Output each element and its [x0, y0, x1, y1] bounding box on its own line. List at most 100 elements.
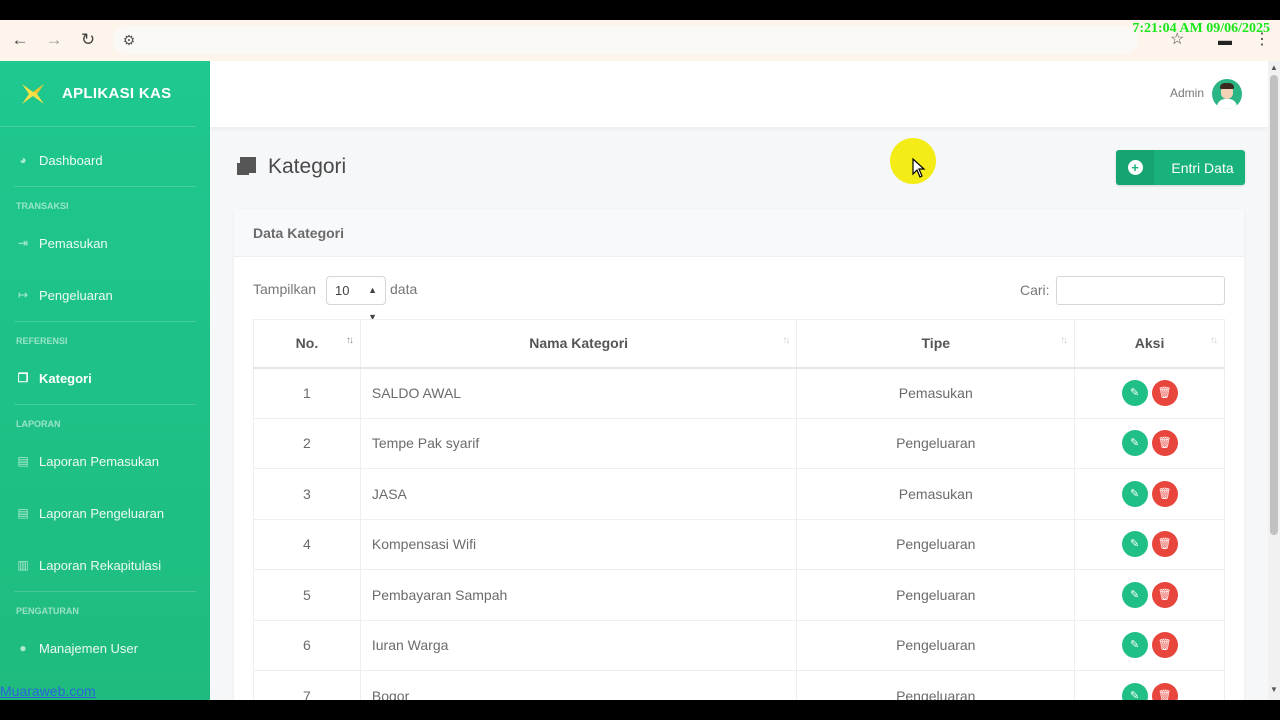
cell-nama: JASA	[359, 468, 798, 520]
file-export-icon: ▤	[17, 506, 29, 520]
sidebar-item-laporan-pemasukan[interactable]: ▤ Laporan Pemasukan	[0, 435, 210, 487]
cell-aksi: ✎ 🗑	[1074, 569, 1225, 621]
column-header-tipe[interactable]: Tipe ↑↓	[796, 319, 1076, 369]
cell-nama: Tempe Pak syarif	[359, 417, 798, 469]
sidebar-section-transaksi: TRANSAKSI	[16, 201, 69, 211]
cell-tipe: Pengeluaran	[796, 569, 1076, 621]
address-bar[interactable]	[113, 26, 1138, 54]
user-icon: ●	[19, 641, 27, 655]
table-row: 4 Kompensasi Wifi Pengeluaran ✎ 🗑	[253, 518, 1225, 570]
cell-nama: Iuran Warga	[359, 619, 798, 671]
clone-icon	[235, 157, 257, 177]
cell-aksi: ✎ 🗑	[1074, 367, 1225, 419]
sidebar-item-label: Pengeluaran	[39, 287, 113, 303]
sidebar-section-referensi: REFERENSI	[16, 336, 68, 346]
main-content: Admin Kategori + Entri Data Data Kategor…	[210, 61, 1268, 700]
table-row: 7 Bogor Pengeluaran ✎ 🗑	[253, 670, 1225, 700]
page-title: Kategori	[235, 155, 346, 179]
entri-data-button[interactable]: + Entri Data	[1116, 150, 1245, 185]
trash-icon[interactable]: 🗑	[1151, 531, 1178, 558]
edit-icon[interactable]: ✎	[1121, 480, 1148, 507]
trash-icon[interactable]: 🗑	[1151, 430, 1178, 457]
sidebar-divider	[14, 404, 196, 405]
column-header-nama[interactable]: Nama Kategori ↑↓	[359, 319, 798, 369]
sidebar-divider	[14, 186, 196, 187]
cell-aksi: ✎ 🗑	[1074, 468, 1225, 520]
trash-icon[interactable]: 🗑	[1151, 682, 1178, 700]
trash-icon[interactable]: 🗑	[1151, 480, 1178, 507]
page-length-select[interactable]: 10 ▲ ▼	[326, 276, 386, 322]
cell-no: 3	[253, 468, 361, 520]
cell-tipe: Pemasukan	[796, 367, 1076, 419]
sidebar-item-label: Pemasukan	[39, 235, 108, 251]
search-input[interactable]	[1056, 276, 1225, 305]
sidebar-section-pengaturan: PENGATURAN	[16, 606, 79, 616]
cell-no: 2	[253, 417, 361, 469]
edit-icon[interactable]: ✎	[1121, 380, 1148, 406]
sidebar-item-kategori[interactable]: ❐ Kategori	[0, 352, 210, 404]
card-title: Data Kategori	[234, 209, 1244, 257]
table-row: 1 SALDO AWAL Pemasukan ✎ 🗑	[253, 367, 1225, 419]
sidebar-item-manajemen-user[interactable]: ● Manajemen User	[0, 622, 210, 674]
scroll-down-icon[interactable]: ▼	[1270, 685, 1278, 694]
sign-in-icon: ⇥	[17, 236, 29, 250]
column-header-aksi[interactable]: Aksi ↑↓	[1074, 319, 1225, 369]
edit-icon[interactable]: ✎	[1121, 682, 1148, 700]
brand[interactable]: APLIKASI KAS	[0, 61, 196, 127]
search-label: Cari:	[1020, 282, 1050, 298]
sort-icon: ↑↓	[1210, 335, 1218, 346]
data-kategori-card: Data Kategori Tampilkan 10 ▲ ▼ data Cari:…	[234, 209, 1244, 700]
table-row: 5 Pembayaran Sampah Pengeluaran ✎ 🗑	[253, 569, 1225, 621]
sidebar-item-pemasukan[interactable]: ⇥ Pemasukan	[0, 217, 210, 269]
cell-no: 1	[253, 367, 361, 419]
sidebar-item-label: Dashboard	[39, 152, 103, 168]
sidebar-item-laporan-rekapitulasi[interactable]: ▥ Laporan Rekapitulasi	[0, 539, 210, 591]
gauge-icon: ◕	[19, 153, 27, 167]
reload-icon[interactable]: ↻	[76, 28, 100, 52]
edit-icon[interactable]: ✎	[1121, 430, 1148, 457]
sidebar-section-laporan: LAPORAN	[16, 419, 61, 429]
sidebar-divider	[14, 591, 196, 592]
edit-icon[interactable]: ✎	[1121, 581, 1148, 608]
table-row: 3 JASA Pemasukan ✎ 🗑	[253, 468, 1225, 520]
sidebar-item-laporan-pengeluaran[interactable]: ▤ Laporan Pengeluaran	[0, 487, 210, 539]
page-scrollbar[interactable]: ▲ ▼	[1268, 61, 1280, 700]
column-header-no[interactable]: No. ↑↓	[253, 319, 361, 369]
page-length-value: 10	[335, 283, 350, 298]
cell-nama: SALDO AWAL	[359, 367, 798, 419]
cell-no: 4	[253, 518, 361, 570]
cell-aksi: ✎ 🗑	[1074, 518, 1225, 570]
screen: 7:21:04 AM 09/06/2025 ← → ↻ ⚙ ☆ ▬ ⋮ APLI…	[0, 0, 1280, 720]
sort-icon: ↑↓	[1060, 335, 1068, 346]
trash-icon[interactable]: 🗑	[1151, 581, 1178, 608]
user-name[interactable]: Admin	[1170, 86, 1204, 100]
cell-aksi: ✎ 🗑	[1074, 670, 1225, 700]
overlay-clock: 7:21:04 AM 09/06/2025	[1132, 21, 1270, 36]
trash-icon[interactable]: 🗑	[1151, 632, 1178, 659]
scroll-up-icon[interactable]: ▲	[1270, 63, 1278, 72]
trash-icon[interactable]: 🗑	[1151, 380, 1178, 406]
video-top-bar	[0, 0, 1280, 20]
plus-circle-icon: +	[1116, 150, 1154, 185]
cell-tipe: Pengeluaran	[796, 619, 1076, 671]
clone-icon: ❐	[17, 371, 29, 385]
column-label: Tipe	[921, 335, 951, 352]
cell-nama: Kompensasi Wifi	[359, 518, 798, 570]
back-arrow-icon[interactable]: ←	[8, 28, 32, 52]
file-import-icon: ▤	[17, 454, 29, 468]
sidebar-item-dashboard[interactable]: ◕ Dashboard	[0, 134, 210, 186]
sidebar-item-pengeluaran[interactable]: ↦ Pengeluaran	[0, 269, 210, 321]
sidebar-item-label: Manajemen User	[39, 640, 138, 656]
cell-aksi: ✎ 🗑	[1074, 417, 1225, 469]
scrollbar-thumb[interactable]	[1270, 75, 1278, 535]
edit-icon[interactable]: ✎	[1121, 531, 1148, 558]
edit-icon[interactable]: ✎	[1121, 632, 1148, 659]
page-length-suffix: data	[390, 281, 418, 297]
sidebar-item-label: Laporan Pengeluaran	[39, 505, 165, 521]
cell-tipe: Pengeluaran	[796, 417, 1076, 469]
avatar[interactable]	[1212, 79, 1242, 109]
forward-arrow-icon[interactable]: →	[42, 28, 66, 52]
sidebar-item-label: Laporan Pemasukan	[39, 453, 159, 469]
sort-icon: ↑↓	[345, 335, 354, 346]
site-settings-icon[interactable]: ⚙	[118, 28, 140, 52]
